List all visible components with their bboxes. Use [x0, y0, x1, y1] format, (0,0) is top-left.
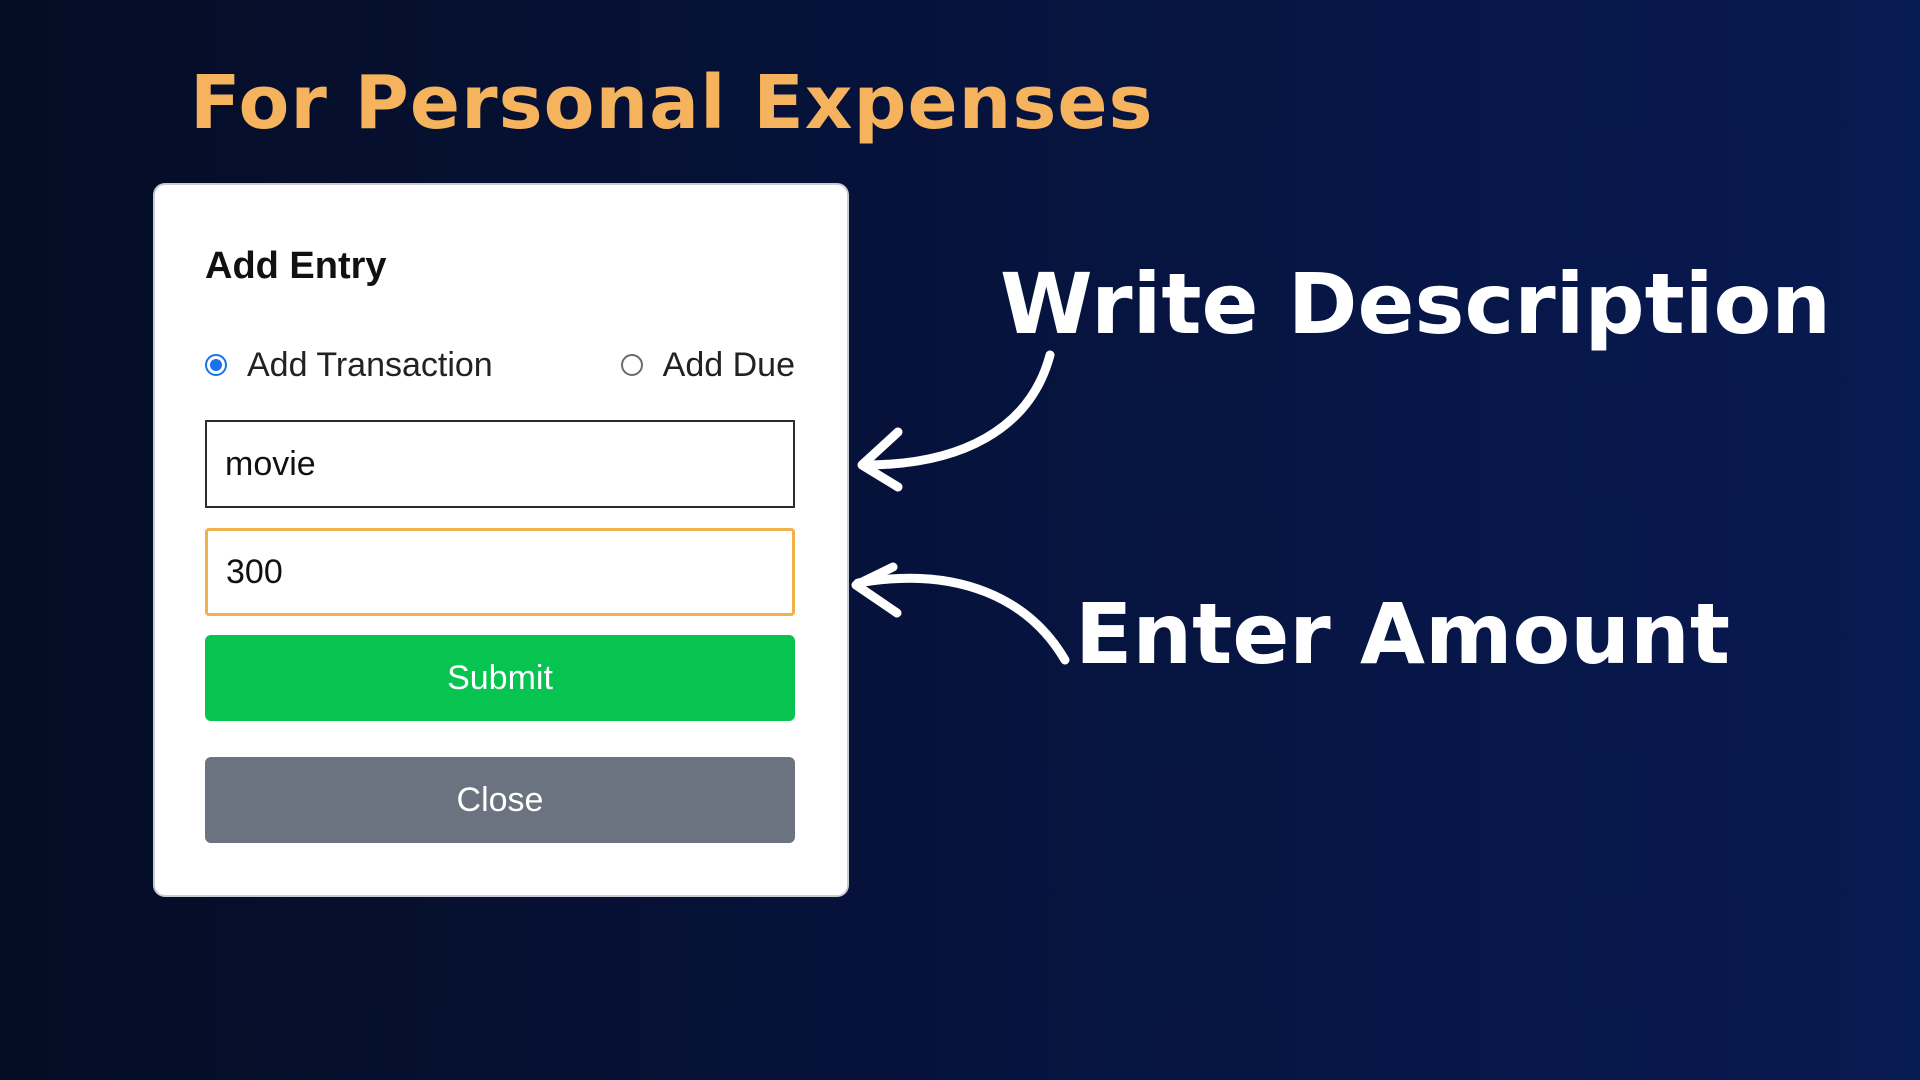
- radio-add-transaction[interactable]: Add Transaction: [205, 340, 493, 390]
- close-button[interactable]: Close: [205, 757, 795, 843]
- amount-input[interactable]: [205, 528, 795, 616]
- amount-arrow-icon: [851, 562, 1070, 665]
- dialog-title: Add Entry: [205, 245, 387, 287]
- radio-add-due[interactable]: Add Due: [620, 340, 795, 390]
- description-arrow-icon: [857, 350, 1055, 492]
- headline: For Personal Expenses: [190, 60, 1154, 146]
- radio-checked-icon[interactable]: [205, 354, 227, 376]
- entry-type-radio-group: Add Transaction Add Due: [205, 340, 795, 390]
- radio-label-add-due: Add Due: [662, 345, 795, 384]
- description-input[interactable]: [205, 420, 795, 508]
- radio-label-add-transaction: Add Transaction: [247, 345, 493, 384]
- radio-unchecked-icon[interactable]: [620, 354, 643, 376]
- annotation-enter-amount: Enter Amount: [1075, 585, 1730, 683]
- annotation-write-description: Write Description: [1000, 255, 1832, 353]
- add-entry-dialog: Add Entry Add Transaction Add Due Submit…: [155, 185, 847, 895]
- submit-button[interactable]: Submit: [205, 635, 795, 721]
